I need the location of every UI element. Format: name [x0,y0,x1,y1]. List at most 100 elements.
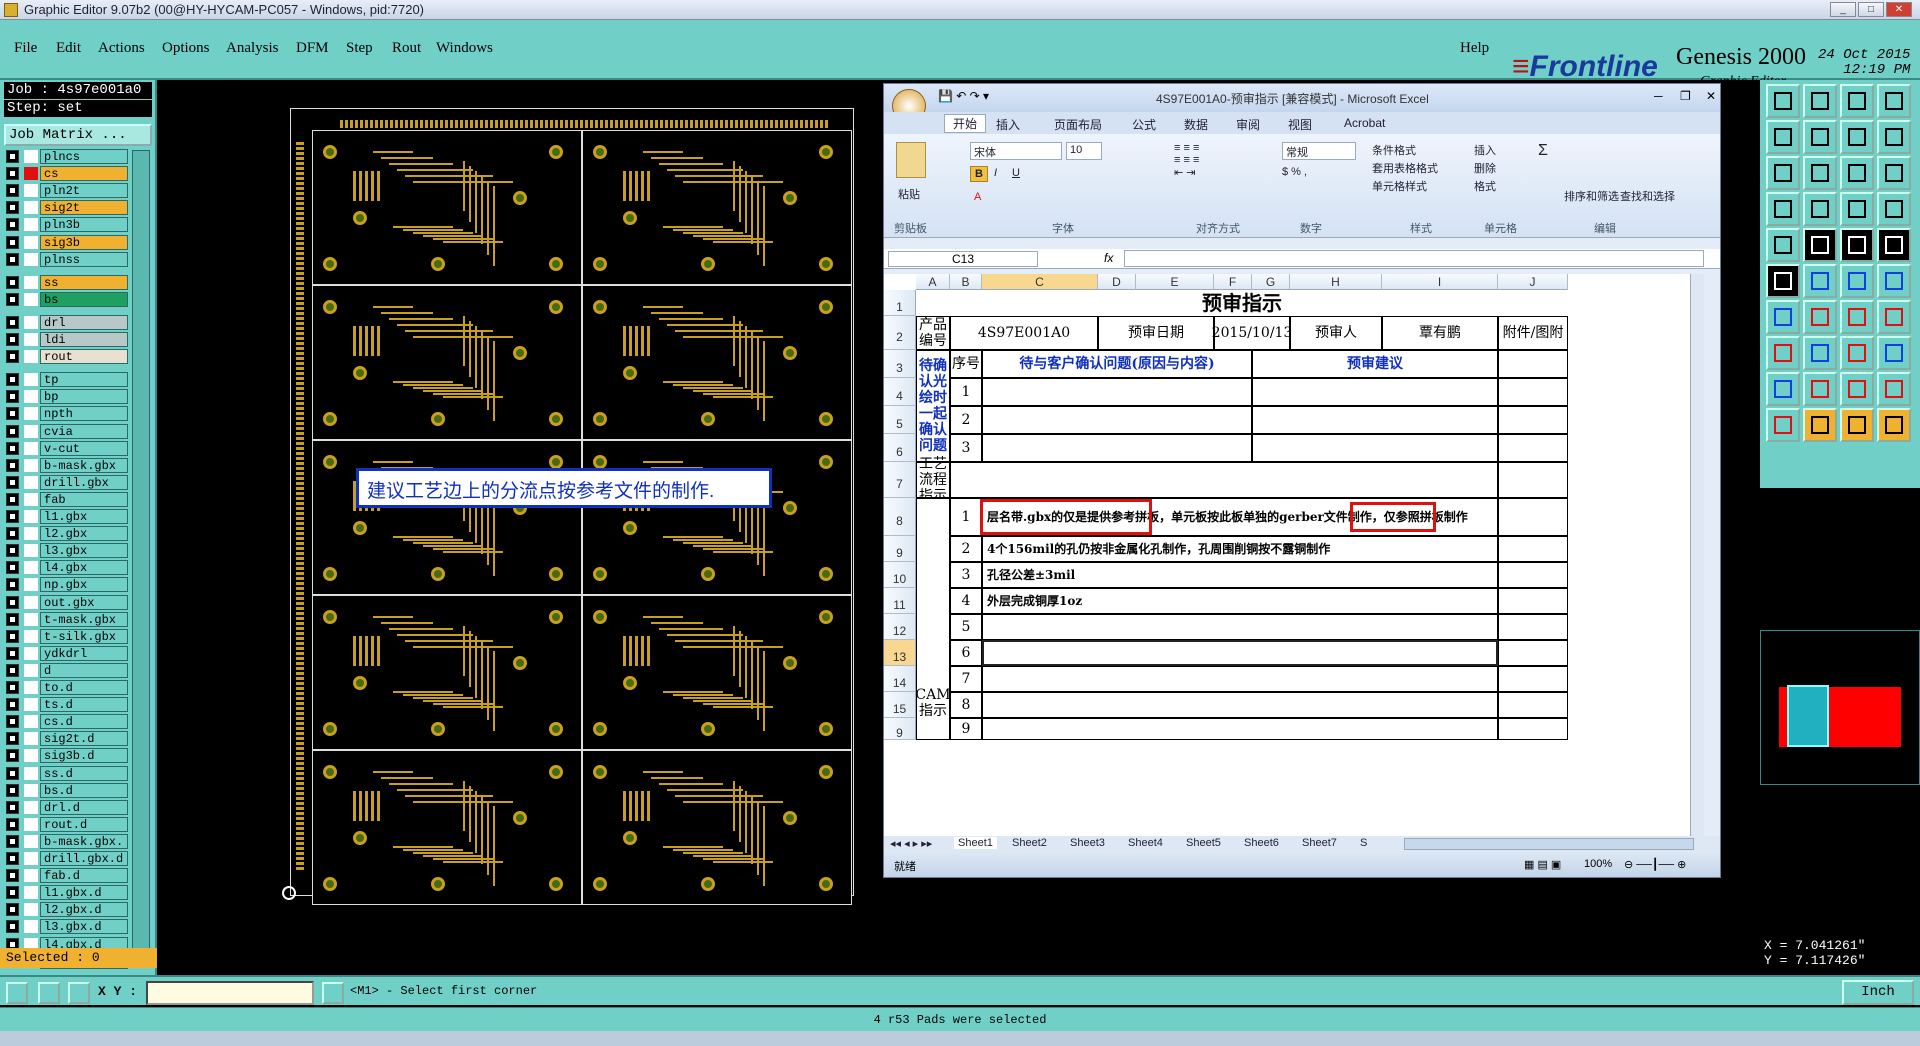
mirror-icon[interactable] [1877,300,1911,334]
excel-close[interactable]: ✕ [1706,89,1716,103]
underline-button[interactable]: U [1008,166,1024,180]
cell-issue-header[interactable]: 待与客户确认问题(原因与内容) [982,350,1252,378]
layer-checkbox[interactable] [6,715,19,729]
layer-checkbox[interactable] [6,834,19,848]
ruler-icon[interactable] [1840,228,1874,262]
layer-row[interactable]: drl [6,314,128,330]
filter-icon[interactable] [1766,192,1800,226]
layer-row[interactable]: ss.d [6,765,128,781]
measure-tool-icon[interactable] [1840,192,1874,226]
layer-name[interactable]: cvia [40,423,128,439]
row-header[interactable]: 3 [884,350,916,378]
cell-seq[interactable]: 3 [950,434,982,462]
cell-empty[interactable] [1498,406,1568,434]
font-size-select[interactable]: 10 [1066,142,1102,160]
layer-name[interactable]: plncs [40,149,128,164]
connect-icon[interactable] [1766,264,1800,298]
cell-cam-seq[interactable]: 6 [950,640,982,666]
cell-cam-item[interactable]: 4个156mil的孔仍按非金属化孔制作，孔周围削铜按不露铜制作 [982,536,1498,562]
ribbon-tab[interactable]: 数据 [1184,116,1208,133]
layer-row[interactable]: l1.gbx.d [6,885,128,901]
pan-left-icon[interactable] [1766,120,1800,154]
layer-checkbox[interactable] [6,407,19,421]
layer-name[interactable]: sig2t.d [40,731,128,747]
cell-cam-seq[interactable]: 2 [950,536,982,562]
horizontal-scrollbar[interactable] [1404,838,1694,850]
layer-name[interactable]: t-mask.gbx [40,611,128,627]
menu-help[interactable]: Help [1460,40,1489,57]
layer-name[interactable]: l2.gbx.d [40,902,128,918]
name-box[interactable]: C13 [888,251,1038,267]
add-arc-icon[interactable] [1803,300,1837,334]
menu-dfm[interactable]: DFM [296,40,329,57]
layer-checkbox[interactable] [6,698,19,712]
layer-name[interactable]: l3.gbx [40,543,128,559]
autosum-icon[interactable]: Σ [1538,142,1548,160]
layer-name[interactable]: cs [40,166,128,182]
cell-empty[interactable] [1498,434,1568,462]
cell-empty[interactable] [1498,536,1568,562]
cell-empty[interactable] [1498,588,1568,614]
menu-actions[interactable]: Actions [98,40,145,57]
slope-icon[interactable] [1766,300,1800,334]
ribbon-tab[interactable]: 审阅 [1236,116,1260,133]
layer-row[interactable]: cvia [6,423,128,439]
cut-icon[interactable] [1803,264,1837,298]
cell-seq[interactable]: 1 [950,378,982,406]
layer-checkbox[interactable] [6,886,19,900]
sheet-tab[interactable]: Sheet6 [1244,837,1279,849]
layer-name[interactable]: d [40,662,128,678]
layer-row[interactable]: pln2t [6,183,128,199]
cell-advice-header[interactable]: 预审建议 [1252,350,1498,378]
layer-checkbox[interactable] [6,817,19,831]
layer-row[interactable]: v-cut [6,440,128,456]
cell-issue[interactable] [982,406,1252,434]
layer-checkbox[interactable] [6,869,19,883]
layer-down-icon[interactable] [1803,84,1837,118]
cell-confirm-label[interactable]: 待确认光绘时一起确认问题 [916,350,950,462]
layer-name[interactable]: fab.d [40,868,128,884]
layer-checkbox[interactable] [6,527,19,541]
layer-checkbox[interactable] [6,681,19,694]
paste-label[interactable]: 粘贴 [898,186,920,202]
layer-checkbox[interactable] [6,167,19,181]
redraw-icon[interactable] [1877,84,1911,118]
number-format-select[interactable]: 常规 [1282,142,1356,160]
ribbon-tab[interactable]: 插入 [996,116,1020,133]
layer-checkbox[interactable] [6,903,19,917]
cell-cam-seq[interactable]: 5 [950,614,982,640]
layer-name[interactable]: bp [40,389,128,405]
cell-issue[interactable] [982,378,1252,406]
layer-row[interactable]: tp [6,372,128,388]
cell-cam-item[interactable] [982,692,1498,718]
layer-row[interactable]: to.d [6,680,128,695]
cell-issue[interactable] [982,434,1252,462]
layer-checkbox[interactable] [6,150,19,163]
font-color-button[interactable]: A [970,190,985,204]
cell-style-button[interactable]: 单元格样式 [1372,178,1427,194]
layer-name[interactable]: ss.d [40,765,128,781]
snapshot-icon[interactable] [1766,228,1800,262]
cell-cam-seq[interactable]: 9 [950,718,982,740]
find-select-button[interactable]: 查找和选择 [1620,188,1675,204]
layer-checkbox[interactable] [6,373,19,387]
snap-tool-icon[interactable] [1877,192,1911,226]
layer-checkbox[interactable] [6,852,19,865]
measure-icon[interactable] [38,982,60,1004]
layer-checkbox[interactable] [6,458,19,472]
layer-row[interactable]: fab [6,491,128,507]
grid-tool-icon[interactable] [1803,192,1837,226]
layer-row[interactable]: bs [6,291,128,307]
layer-name[interactable]: npth [40,406,128,422]
layer-checkbox[interactable] [6,475,19,489]
layer-row[interactable]: bp [6,389,128,405]
stretch-icon[interactable] [1803,156,1837,190]
overview-thumbnail[interactable] [1760,630,1920,785]
ribbon-tab[interactable]: 视图 [1288,116,1312,133]
row-header[interactable]: 2 [884,316,916,350]
layer-checkbox[interactable] [6,578,19,592]
cell-seq[interactable]: 2 [950,406,982,434]
layer-checkbox[interactable] [6,184,19,198]
quick-access-toolbar[interactable]: 💾 ↶ ↷ ▾ [938,89,989,103]
sheet-title[interactable]: 预审指示 [916,290,1568,316]
